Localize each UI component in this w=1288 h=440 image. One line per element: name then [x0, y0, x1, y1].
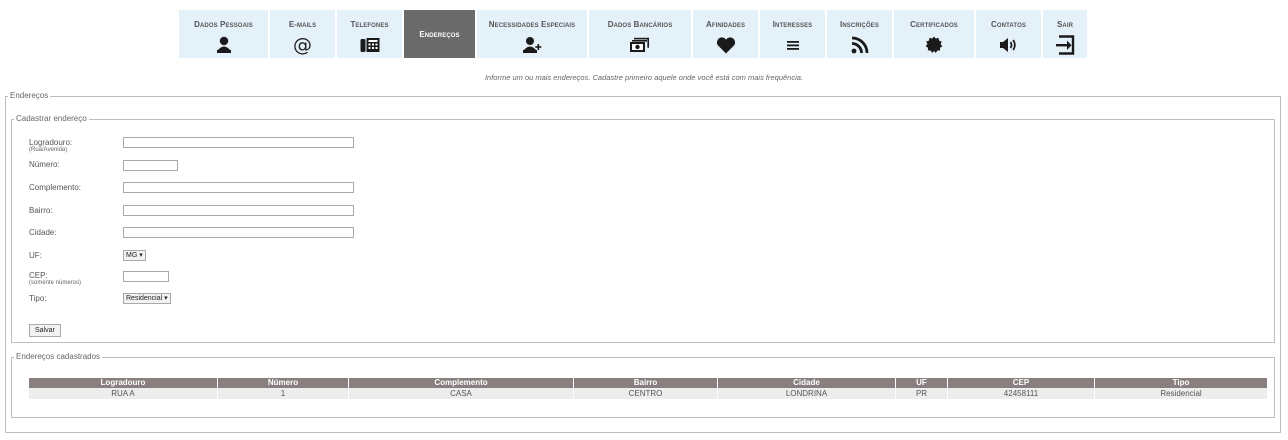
- table-row: RUA A 1 CASA CENTRO LONDRINA PR 42458111…: [29, 388, 1268, 399]
- cep-row: CEP: (somente números): [29, 271, 81, 287]
- cadastrar-endereco-legend: Cadastrar endereço: [14, 114, 89, 124]
- person-add-icon: [520, 35, 544, 55]
- table-header-row: Logradouro Número Complemento Bairro Cid…: [29, 378, 1268, 388]
- tipo-label: Tipo:: [29, 294, 47, 303]
- table-cell: Residencial: [1094, 388, 1268, 399]
- nav-label: Sair: [1056, 20, 1074, 29]
- nav-enderecos[interactable]: Endereços: [404, 10, 475, 58]
- complemento-label: Complemento:: [29, 183, 82, 192]
- rss-icon: [848, 35, 872, 55]
- numero-row: Número:: [29, 160, 60, 169]
- nav-certificados[interactable]: Certificados: [894, 10, 974, 58]
- nav-necessidades-especiais[interactable]: Necessidades Especiais: [477, 10, 587, 58]
- cidade-input[interactable]: [123, 227, 354, 238]
- bairro-input[interactable]: [123, 205, 354, 216]
- numero-label: Número:: [29, 160, 60, 169]
- save-button[interactable]: Salvar: [29, 324, 61, 337]
- column-header: Tipo: [1094, 378, 1268, 388]
- enderecos-cadastrados-fieldset: Endereços cadastrados Logradouro Número …: [11, 352, 1275, 418]
- nav-label: Endereços: [419, 29, 460, 39]
- uf-label: UF:: [29, 251, 42, 260]
- nav-label: Dados Pessoais: [194, 20, 253, 29]
- table-cell: RUA A: [29, 388, 218, 399]
- table-cell: 1: [217, 388, 349, 399]
- enderecos-cadastrados-legend: Endereços cadastrados: [14, 352, 103, 362]
- profile-nav: Dados Pessoais E-mails @ Telefones Ender…: [179, 10, 1087, 58]
- table-cell: CASA: [348, 388, 574, 399]
- enderecos-legend: Endereços: [8, 91, 51, 101]
- nav-inscricoes[interactable]: Inscrições: [827, 10, 892, 58]
- person-icon: [212, 35, 236, 55]
- nav-label: Contatos: [991, 20, 1026, 29]
- nav-interesses[interactable]: Interesses: [760, 10, 825, 58]
- table-cell: LONDRINA: [717, 388, 896, 399]
- logout-icon: [1053, 35, 1077, 55]
- uf-select[interactable]: MG ▾: [123, 250, 146, 261]
- money-icon: [628, 35, 652, 55]
- cadastrar-endereco-fieldset: Cadastrar endereço Logradouro: (Rua/Aven…: [11, 114, 1275, 343]
- nav-label: E-mails: [288, 20, 317, 29]
- nav-label: Afinidades: [705, 20, 746, 29]
- column-header: Logradouro: [29, 378, 218, 388]
- addresses-table: Logradouro Número Complemento Bairro Cid…: [29, 378, 1268, 399]
- logradouro-input[interactable]: [123, 137, 354, 148]
- table-cell: CENTRO: [573, 388, 718, 399]
- numero-input[interactable]: [123, 160, 178, 171]
- bairro-row: Bairro:: [29, 206, 53, 215]
- nav-label: Certificados: [910, 20, 958, 29]
- nav-emails[interactable]: E-mails @: [270, 10, 335, 58]
- table-cell: PR: [895, 388, 948, 399]
- column-header: CEP: [947, 378, 1095, 388]
- nav-label: Interesses: [772, 20, 813, 29]
- nav-contatos[interactable]: Contatos: [976, 10, 1041, 58]
- tipo-row: Tipo:: [29, 294, 47, 303]
- enderecos-fieldset: Endereços Cadastrar endereço Logradouro:…: [5, 91, 1281, 433]
- uf-row: UF:: [29, 251, 42, 260]
- volume-icon: [997, 35, 1021, 55]
- column-header: Cidade: [717, 378, 896, 388]
- nav-label: Telefones: [350, 20, 389, 29]
- nav-label: Necessidades Especiais: [488, 20, 576, 29]
- nav-telefones[interactable]: Telefones: [337, 10, 402, 58]
- bairro-label: Bairro:: [29, 206, 53, 215]
- column-header: Bairro: [573, 378, 718, 388]
- column-header: Número: [217, 378, 349, 388]
- complemento-row: Complemento:: [29, 183, 81, 192]
- cidade-row: Cidade:: [29, 228, 57, 237]
- table-cell: 42458111: [947, 388, 1095, 399]
- logradouro-row: Logradouro: (Rua/Avenida): [29, 138, 72, 154]
- at-icon: @: [293, 34, 312, 56]
- nav-dados-pessoais[interactable]: Dados Pessoais: [179, 10, 268, 58]
- nav-dados-bancarios[interactable]: Dados Bancários: [589, 10, 691, 58]
- complemento-input[interactable]: [123, 182, 354, 193]
- nav-afinidades[interactable]: Afinidades: [693, 10, 758, 58]
- cep-label: CEP:: [29, 271, 48, 280]
- logradouro-label: Logradouro:: [29, 138, 73, 147]
- cidade-label: Cidade:: [29, 228, 57, 237]
- tipo-select[interactable]: Residencial ▾: [123, 293, 171, 304]
- logradouro-hint: (Rua/Avenida): [29, 147, 68, 153]
- nav-label: Inscrições: [840, 20, 879, 29]
- instructions-text: Informe um ou mais endereços. Cadastre p…: [484, 73, 804, 82]
- cep-hint: (somente números): [29, 280, 82, 286]
- nav-sair[interactable]: Sair: [1043, 10, 1087, 58]
- list-icon: [781, 35, 805, 55]
- badge-icon: [922, 35, 946, 55]
- nav-label: Dados Bancários: [607, 20, 673, 29]
- column-header: Complemento: [348, 378, 574, 388]
- fax-icon: [358, 35, 382, 55]
- column-header: UF: [895, 378, 948, 388]
- cep-input[interactable]: [123, 271, 169, 282]
- heart-icon: [714, 35, 738, 55]
